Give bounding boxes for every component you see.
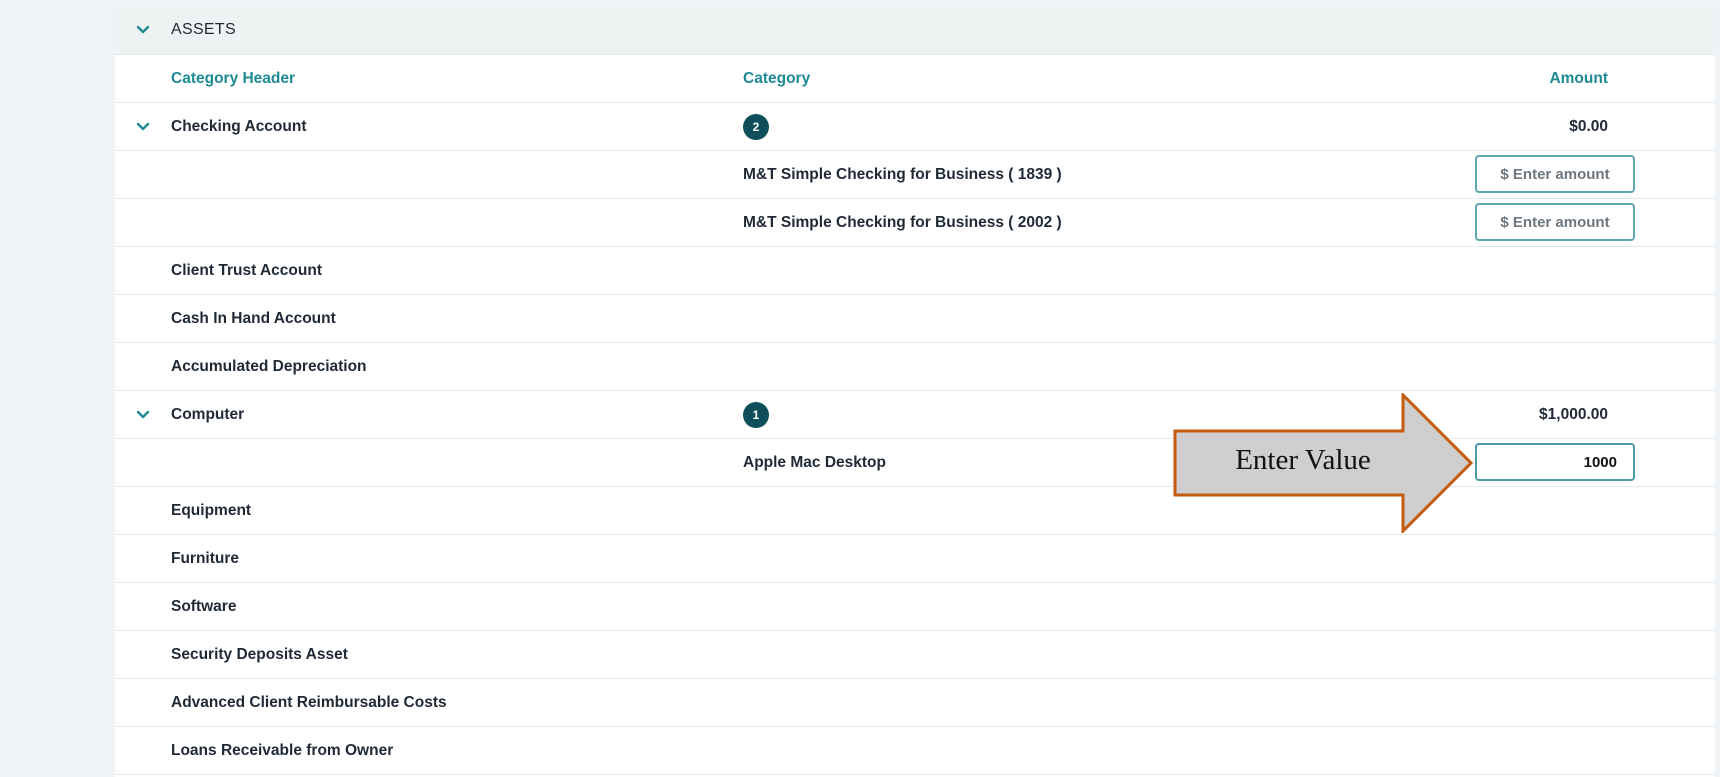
table-row-checking-1839: M&T Simple Checking for Business ( 1839 … <box>115 151 1715 199</box>
table-row-advanced-client-costs[interactable]: Advanced Client Reimbursable Costs <box>115 679 1715 727</box>
chevron-down-icon[interactable] <box>115 25 171 35</box>
chevron-down-icon[interactable] <box>115 103 171 150</box>
table-row-furniture[interactable]: Furniture <box>115 535 1715 583</box>
callout-text: Enter Value <box>1235 444 1371 476</box>
row-label: Client Trust Account <box>171 261 322 279</box>
row-amount: $1,000.00 <box>1539 405 1608 423</box>
assets-section-header[interactable]: ASSETS <box>115 6 1715 55</box>
account-name: M&T Simple Checking for Business ( 2002 … <box>743 213 1062 231</box>
section-title: ASSETS <box>171 21 236 38</box>
count-badge: 1 <box>743 401 769 428</box>
table-row-security-deposits[interactable]: Security Deposits Asset <box>115 631 1715 679</box>
row-label: Loans Receivable from Owner <box>171 741 394 759</box>
row-label: Accumulated Depreciation <box>171 357 367 375</box>
row-label: Security Deposits Asset <box>171 645 348 663</box>
table-row-checking-2002: M&T Simple Checking for Business ( 2002 … <box>115 199 1715 247</box>
row-label: Furniture <box>171 549 240 567</box>
enter-value-callout: Enter Value <box>1173 393 1473 533</box>
chevron-down-icon[interactable] <box>115 391 171 438</box>
column-header-category: Category <box>743 69 811 87</box>
row-label: Software <box>171 597 237 615</box>
table-row-loans-receivable[interactable]: Loans Receivable from Owner <box>115 727 1715 775</box>
table-row-cash-in-hand[interactable]: Cash In Hand Account <box>115 295 1715 343</box>
table-row-apple-mac-desktop: Apple Mac Desktop <box>115 439 1715 487</box>
table-row-equipment[interactable]: Equipment <box>115 487 1715 535</box>
row-label: Cash In Hand Account <box>171 309 336 327</box>
amount-input[interactable] <box>1475 155 1635 193</box>
count-badge: 2 <box>743 113 769 140</box>
amount-input[interactable] <box>1475 443 1635 481</box>
account-name: M&T Simple Checking for Business ( 1839 … <box>743 165 1062 183</box>
table-row-computer[interactable]: Computer 1 $1,000.00 <box>115 391 1715 439</box>
assets-panel: ASSETS Category Header Category Amount C… <box>115 6 1715 777</box>
row-label: Equipment <box>171 501 252 519</box>
row-label: Computer <box>171 405 245 423</box>
row-label: Advanced Client Reimbursable Costs <box>171 693 447 711</box>
row-label: Checking Account <box>171 117 307 135</box>
amount-input[interactable] <box>1475 203 1635 241</box>
row-amount: $0.00 <box>1569 117 1608 135</box>
table-header-row: Category Header Category Amount <box>115 55 1715 103</box>
column-header-amount: Amount <box>1549 69 1608 87</box>
table-row-software[interactable]: Software <box>115 583 1715 631</box>
table-row-accumulated-depreciation[interactable]: Accumulated Depreciation <box>115 343 1715 391</box>
column-header-category-header: Category Header <box>171 69 296 87</box>
table-row-client-trust[interactable]: Client Trust Account <box>115 247 1715 295</box>
table-row-checking-account[interactable]: Checking Account 2 $0.00 <box>115 103 1715 151</box>
